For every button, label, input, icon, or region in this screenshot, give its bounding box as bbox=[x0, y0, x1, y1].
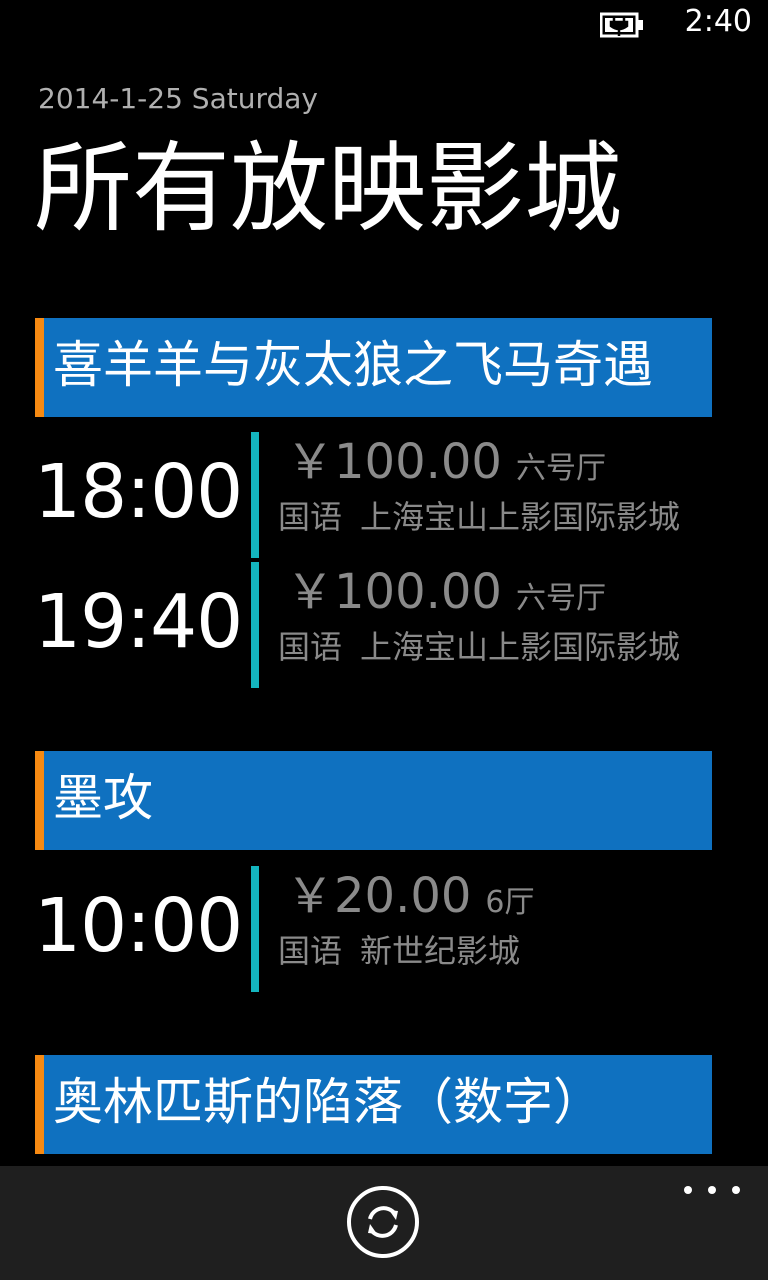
showtime-price: ￥100.00 bbox=[286, 434, 502, 490]
showtime-info-line: 国语 新世纪影城 bbox=[278, 926, 712, 976]
status-bar: 2:40 bbox=[0, 0, 768, 52]
more-icon[interactable] bbox=[684, 1180, 740, 1200]
showtime-language: 国语 bbox=[278, 932, 343, 970]
movie-title: 墨攻 bbox=[53, 769, 153, 827]
showtime-hall: 六号厅 bbox=[515, 451, 606, 486]
movie-accent-bar bbox=[35, 751, 44, 850]
movie-title: 奥林匹斯的陷落（数字） bbox=[53, 1073, 603, 1131]
showtime-list[interactable]: 喜羊羊与灰太狼之飞马奇遇 18:00 ￥100.00 六号厅 国语 上海宝山上影国际… bbox=[0, 318, 768, 1166]
showtime-info-line: 国语 上海宝山上影国际影城 bbox=[278, 622, 712, 672]
showtime-divider bbox=[251, 432, 259, 558]
more-dot bbox=[684, 1186, 692, 1194]
showtime-price-line: ￥100.00 六号厅 bbox=[286, 432, 606, 492]
status-clock: 2:40 bbox=[684, 4, 752, 39]
showtime-hall: 六号厅 bbox=[515, 581, 606, 616]
movie-accent-bar bbox=[35, 318, 44, 417]
showtime-cinema: 上海宝山上影国际影城 bbox=[360, 498, 681, 536]
showtime-row[interactable]: 10:00 ￥20.00 6厅 国语 新世纪影城 bbox=[0, 866, 768, 992]
showtime-row[interactable]: 18:00 ￥100.00 六号厅 国语 上海宝山上影国际影城 bbox=[0, 432, 768, 558]
showtime-hall: 6厅 bbox=[485, 885, 535, 920]
date-label: 2014-1-25 Saturday bbox=[38, 82, 318, 115]
showtime-row[interactable]: 19:40 ￥100.00 六号厅 国语 上海宝山上影国际影城 bbox=[0, 562, 768, 688]
showtime-price-line: ￥20.00 6厅 bbox=[286, 866, 535, 926]
showtime-time: 18:00 bbox=[34, 449, 243, 535]
movie-header[interactable]: 喜羊羊与灰太狼之飞马奇遇 bbox=[35, 318, 712, 417]
refresh-icon[interactable] bbox=[345, 1184, 421, 1260]
showtime-price-line: ￥100.00 六号厅 bbox=[286, 562, 606, 622]
showtime-info-line: 国语 上海宝山上影国际影城 bbox=[278, 492, 712, 542]
showtime-time: 19:40 bbox=[34, 579, 243, 665]
movie-accent-bar bbox=[35, 1055, 44, 1154]
page-title: 所有放映影城 bbox=[34, 132, 623, 246]
showtime-language: 国语 bbox=[278, 628, 343, 666]
movie-header[interactable]: 奥林匹斯的陷落（数字） bbox=[35, 1055, 712, 1154]
showtime-divider bbox=[251, 562, 259, 688]
showtime-price: ￥20.00 bbox=[286, 868, 472, 924]
showtime-time: 10:00 bbox=[34, 883, 243, 969]
movie-header[interactable]: 墨攻 bbox=[35, 751, 712, 850]
more-dot bbox=[708, 1186, 716, 1194]
app-bar bbox=[0, 1166, 768, 1280]
showtime-price: ￥100.00 bbox=[286, 564, 502, 620]
movie-title: 喜羊羊与灰太狼之飞马奇遇 bbox=[53, 336, 653, 394]
more-dot bbox=[732, 1186, 740, 1194]
showtime-divider bbox=[251, 866, 259, 992]
battery-charging-icon bbox=[600, 12, 643, 38]
showtime-language: 国语 bbox=[278, 498, 343, 536]
showtime-cinema: 新世纪影城 bbox=[360, 932, 521, 970]
showtime-cinema: 上海宝山上影国际影城 bbox=[360, 628, 681, 666]
